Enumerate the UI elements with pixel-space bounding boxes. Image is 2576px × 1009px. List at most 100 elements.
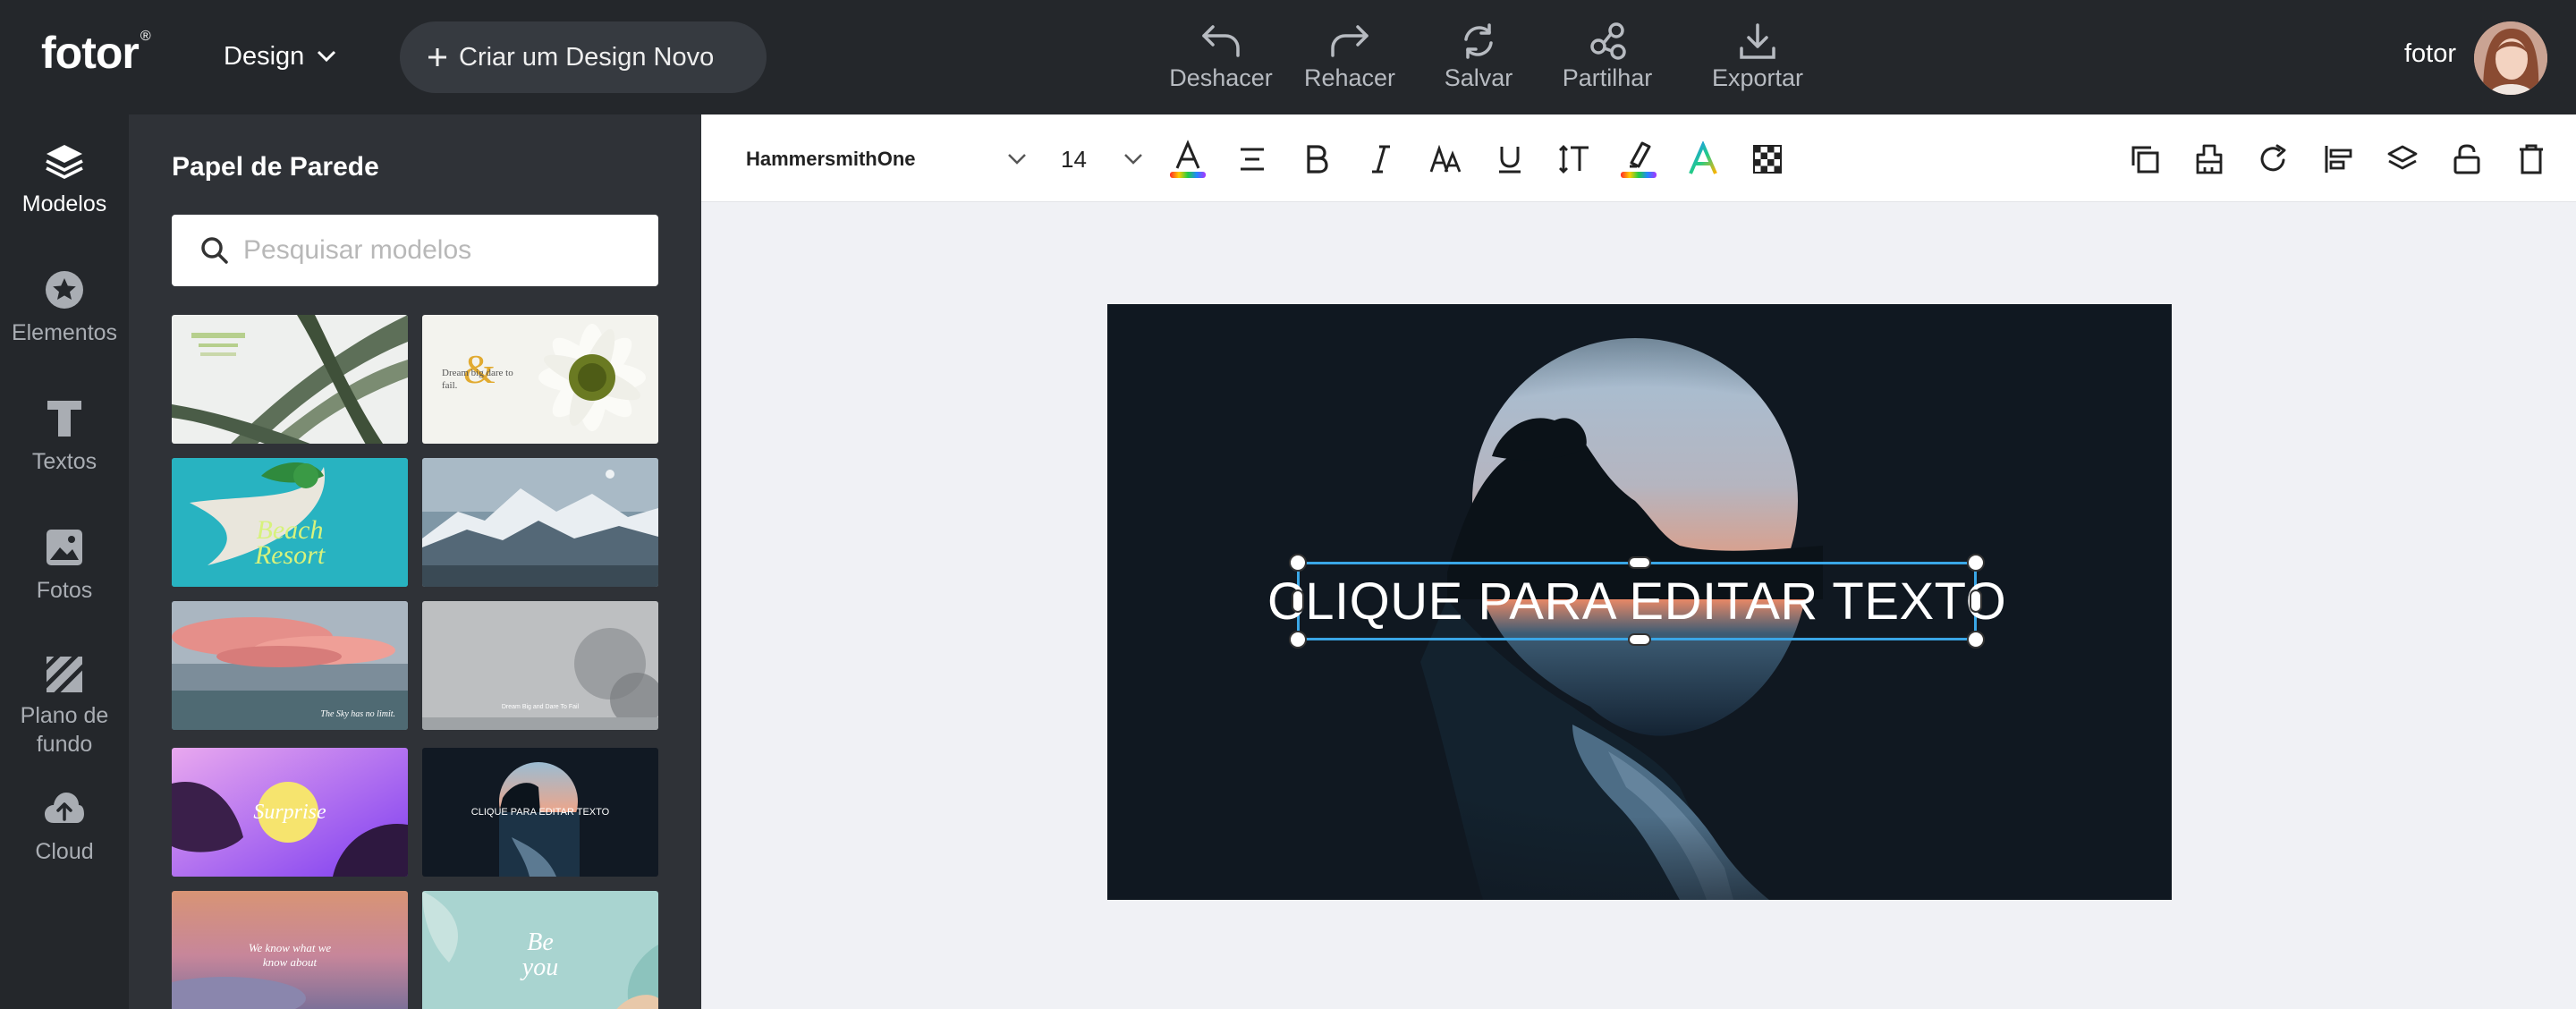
rail-label-plano-de-fundo: Plano de fundo — [20, 703, 109, 757]
template-thumb-clouds[interactable]: The Sky has no limit. — [172, 601, 408, 730]
chevron-down-icon — [1007, 153, 1027, 165]
selected-text-box[interactable]: CLIQUE PARA EDITAR TEXTO — [1267, 554, 2006, 649]
template-thumb-surprise[interactable]: Surprise — [172, 748, 408, 877]
undo-icon — [1200, 18, 1241, 64]
font-size-select[interactable]: 14 — [1036, 138, 1143, 181]
layer-order-button[interactable] — [2379, 136, 2426, 182]
thumb-text-9: We know what we know about — [248, 941, 332, 969]
share-label: Partilhar — [1562, 64, 1653, 91]
template-thumb-mountains[interactable] — [422, 458, 658, 587]
side-rail: Modelos Elementos Textos Fotos Plano de … — [0, 114, 129, 1009]
font-size-value: 14 — [1061, 145, 1087, 173]
gradient-text-icon — [1685, 141, 1721, 177]
lock-button[interactable] — [2444, 136, 2490, 182]
highlight-button[interactable] — [1615, 136, 1662, 182]
resize-handle-left[interactable] — [1292, 589, 1304, 613]
design-menu[interactable]: Design — [224, 36, 336, 77]
delete-icon — [2518, 143, 2545, 175]
fotor-logo[interactable]: fotor ® — [41, 27, 151, 79]
font-family-value: HammersmithOne — [746, 148, 916, 170]
letter-case-button[interactable] — [1422, 136, 1469, 182]
text-align-button[interactable] — [1229, 136, 1275, 182]
format-painter-button[interactable] — [2186, 136, 2233, 182]
undo-button[interactable]: Deshacer — [1154, 18, 1288, 98]
thumb-text-2: Dream big dare to fail. — [442, 368, 513, 391]
canvas-text[interactable]: CLIQUE PARA EDITAR TEXTO — [1267, 572, 2006, 632]
transparency-icon — [1752, 144, 1783, 174]
format-painter-icon — [2194, 143, 2224, 175]
template-thumb-fog[interactable]: Dream Big and Dare To Fail — [422, 601, 658, 730]
thumb-text-10: Be you — [521, 928, 559, 981]
save-button[interactable]: Salvar — [1411, 18, 1546, 98]
template-thumb-sunset[interactable]: We know what we know about — [172, 891, 408, 1009]
user-name[interactable]: fotor — [2404, 39, 2456, 69]
rail-label-modelos: Modelos — [21, 191, 107, 216]
text-color-button[interactable] — [1165, 136, 1211, 182]
rail-item-elementos[interactable]: Elementos — [0, 243, 129, 372]
transparency-button[interactable] — [1744, 136, 1791, 182]
resize-handle-top-left[interactable] — [1289, 554, 1307, 572]
line-spacing-button[interactable] — [1551, 136, 1597, 182]
top-bar: fotor ® Design Criar um Design Novo Desha… — [0, 0, 2576, 114]
rail-item-fotos[interactable]: Fotos — [0, 501, 129, 630]
template-thumb-palm[interactable] — [172, 315, 408, 444]
redo-label: Rehacer — [1303, 64, 1396, 91]
share-icon — [1588, 18, 1627, 64]
lock-icon — [2453, 143, 2481, 175]
thumb-text-6: Dream Big and Dare To Fail — [501, 704, 580, 710]
resize-handle-bottom-right[interactable] — [1967, 631, 1985, 649]
rail-item-textos[interactable]: Textos — [0, 372, 129, 501]
align-icon — [1238, 145, 1267, 174]
design-canvas[interactable]: CLIQUE PARA EDITAR TEXTO — [1107, 304, 2172, 900]
font-family-select[interactable]: HammersmithOne — [746, 138, 1032, 181]
new-design-button[interactable]: Criar um Design Novo — [400, 21, 767, 93]
thumb-text-8: CLIQUE PARA EDITAR TEXTO — [470, 807, 610, 818]
rail-item-cloud[interactable]: Cloud — [0, 773, 129, 880]
underline-button[interactable] — [1487, 136, 1533, 182]
panel-title: Papel de Parede — [172, 152, 379, 182]
bold-icon — [1304, 144, 1329, 174]
image-icon — [45, 522, 84, 572]
redo-button[interactable]: Rehacer — [1283, 18, 1417, 98]
new-design-label: Criar um Design Novo — [459, 42, 715, 72]
resize-handle-bottom-left[interactable] — [1289, 631, 1307, 649]
resize-handle-bottom[interactable] — [1628, 633, 1651, 646]
resize-handle-top-right[interactable] — [1967, 554, 1985, 572]
search-box[interactable] — [172, 215, 658, 286]
export-button[interactable]: Exportar — [1690, 18, 1825, 98]
letter-case-icon — [1429, 145, 1462, 174]
align-left-icon — [2323, 144, 2353, 174]
search-input[interactable] — [243, 235, 619, 266]
text-t-icon — [46, 394, 83, 444]
template-thumb-current[interactable]: CLIQUE PARA EDITAR TEXTO — [422, 748, 658, 877]
user-avatar[interactable] — [2474, 21, 2547, 95]
rail-label-cloud: Cloud — [35, 839, 94, 864]
rail-item-modelos[interactable]: Modelos — [0, 114, 129, 243]
resize-handle-right[interactable] — [1970, 589, 1982, 613]
template-thumb-be-you[interactable]: Be you — [422, 891, 658, 1009]
search-icon — [200, 236, 229, 265]
thumb-text-3: Beach Resort — [254, 515, 326, 570]
download-icon — [1738, 18, 1777, 64]
share-button[interactable]: Partilhar — [1540, 18, 1674, 98]
save-label: Salvar — [1444, 64, 1513, 91]
rotate-button[interactable] — [2250, 136, 2297, 182]
cloud-upload-icon — [43, 784, 86, 834]
resize-handle-top[interactable] — [1628, 556, 1651, 569]
rotate-icon — [2258, 144, 2289, 174]
rail-label-textos: Textos — [31, 449, 97, 474]
duplicate-button[interactable] — [2122, 136, 2168, 182]
design-menu-label: Design — [224, 41, 305, 71]
template-thumb-daisy[interactable]: & Dream big dare to fail. — [422, 315, 658, 444]
gradient-text-button[interactable] — [1680, 136, 1726, 182]
bold-button[interactable] — [1293, 136, 1340, 182]
thumb-text-7: Surprise — [253, 800, 326, 824]
rail-item-plano-de-fundo[interactable]: Plano de fundo — [0, 630, 129, 759]
chevron-down-icon — [317, 50, 336, 63]
align-objects-button[interactable] — [2315, 136, 2361, 182]
delete-button[interactable] — [2508, 136, 2555, 182]
template-thumb-beach[interactable]: Beach Resort — [172, 458, 408, 587]
italic-button[interactable] — [1358, 136, 1404, 182]
undo-label: Deshacer — [1169, 64, 1273, 91]
chevron-down-icon — [1123, 153, 1143, 165]
